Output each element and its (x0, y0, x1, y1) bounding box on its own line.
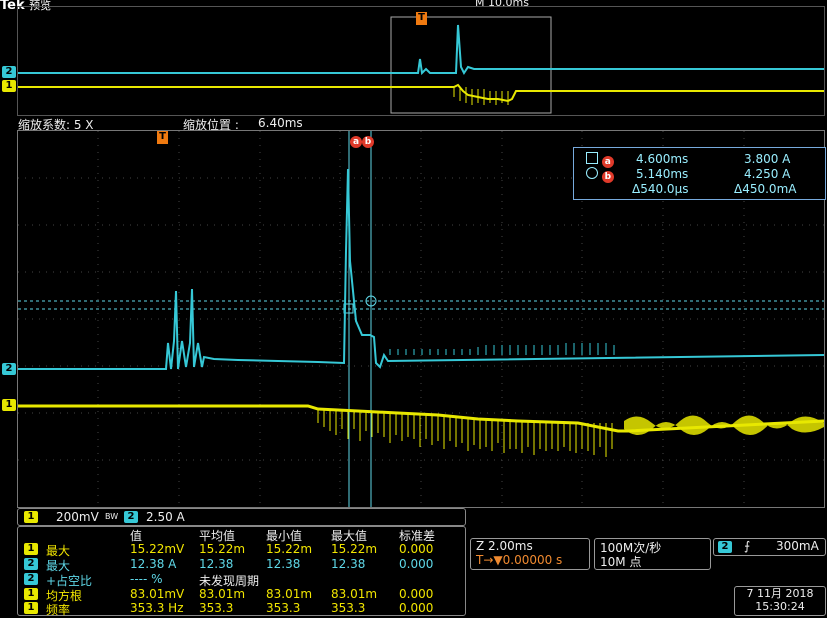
date-display: 7 11月 2018 (746, 587, 814, 600)
cursor-delta-time: Δ540.0μs (632, 182, 689, 196)
trigger-level: 300mA (776, 539, 819, 553)
trigger-settings[interactable]: 2 ⨍ 300mA (713, 538, 826, 556)
trigger-source: 2 (718, 541, 732, 553)
measurement-row[interactable]: 1 频率 353.3 Hz 353.3 353.3 353.3 0.000 (18, 601, 465, 617)
scale-ch2-marker: 2 (124, 511, 138, 523)
scale-ch1-marker: 1 (24, 511, 38, 523)
cursor-a-time: 4.600ms (636, 152, 689, 166)
measurement-row[interactable]: 2 +占空比 ---- % 未发现周期 (18, 572, 465, 588)
cursor-ab-markers[interactable]: ab (350, 133, 374, 148)
ch2-ripple (389, 343, 615, 355)
zoom-position-value: 6.40ms (258, 116, 303, 130)
zoom-region-box (390, 16, 552, 114)
ch1-envelope (624, 415, 824, 435)
vertical-scale-bar[interactable]: 1 200mV BW 2 2.50 A (17, 508, 466, 526)
cursor-a-value: 3.800 A (744, 152, 791, 166)
trigger-position: T→▼0.00000 s (476, 553, 563, 567)
bw-limit-icon: BW (105, 512, 119, 521)
measurement-row[interactable]: 1 最大 15.22mV 15.22m 15.22m 15.22m 0.000 (18, 542, 465, 558)
trigger-slope-icon: ⨍ (744, 539, 751, 553)
ch2-ground-marker[interactable]: 2 (2, 363, 16, 375)
measurement-header-row: 值 平均值 最小值 最大值 标准差 (18, 527, 465, 543)
cursor-b-value: 4.250 A (744, 167, 791, 181)
overview-ch1-marker[interactable]: 1 (2, 80, 16, 92)
measurement-row[interactable]: 2 最大 12.38 A 12.38 12.38 12.38 0.000 (18, 557, 465, 573)
ch2-scale[interactable]: 2.50 A (146, 510, 185, 524)
cursor-b-time: 5.140ms (636, 167, 689, 181)
cursor-readout: a 4.600ms 3.800 A b 5.140ms 4.250 A Δ540… (573, 147, 826, 200)
cursor-b-handle[interactable]: b (362, 136, 374, 148)
overview-ch2-trace (18, 24, 824, 76)
measurement-row[interactable]: 1 均方根 83.01mV 83.01m 83.01m 83.01m 0.000 (18, 587, 465, 603)
cursor-b-symbol: b (586, 167, 614, 183)
horizontal-settings[interactable]: Z 2.00ms T→▼0.00000 s (470, 538, 590, 570)
record-length: 10M 点 (600, 555, 642, 569)
overview-ch1-trace (18, 83, 824, 103)
main-trigger-marker: T (157, 131, 168, 144)
cursor-delta-value: Δ450.0mA (734, 182, 797, 196)
zoom-timebase: Z 2.00ms (476, 539, 533, 553)
measurement-table: 值 平均值 最小值 最大值 标准差 1 最大 15.22mV 15.22m 15… (17, 526, 466, 617)
cursor-a-handle[interactable]: a (350, 136, 362, 148)
overview-trigger-marker: T (416, 12, 427, 25)
time-display: 15:30:24 (755, 600, 805, 613)
overview-ch2-marker[interactable]: 2 (2, 66, 16, 78)
datetime: 7 11月 2018 15:30:24 (734, 586, 826, 616)
acquisition-settings[interactable]: 100M次/秒 10M 点 (594, 538, 711, 570)
ch1-scale[interactable]: 200mV (56, 510, 99, 524)
cursor-a-symbol: a (586, 152, 614, 168)
ch1-ground-marker[interactable]: 1 (2, 399, 16, 411)
